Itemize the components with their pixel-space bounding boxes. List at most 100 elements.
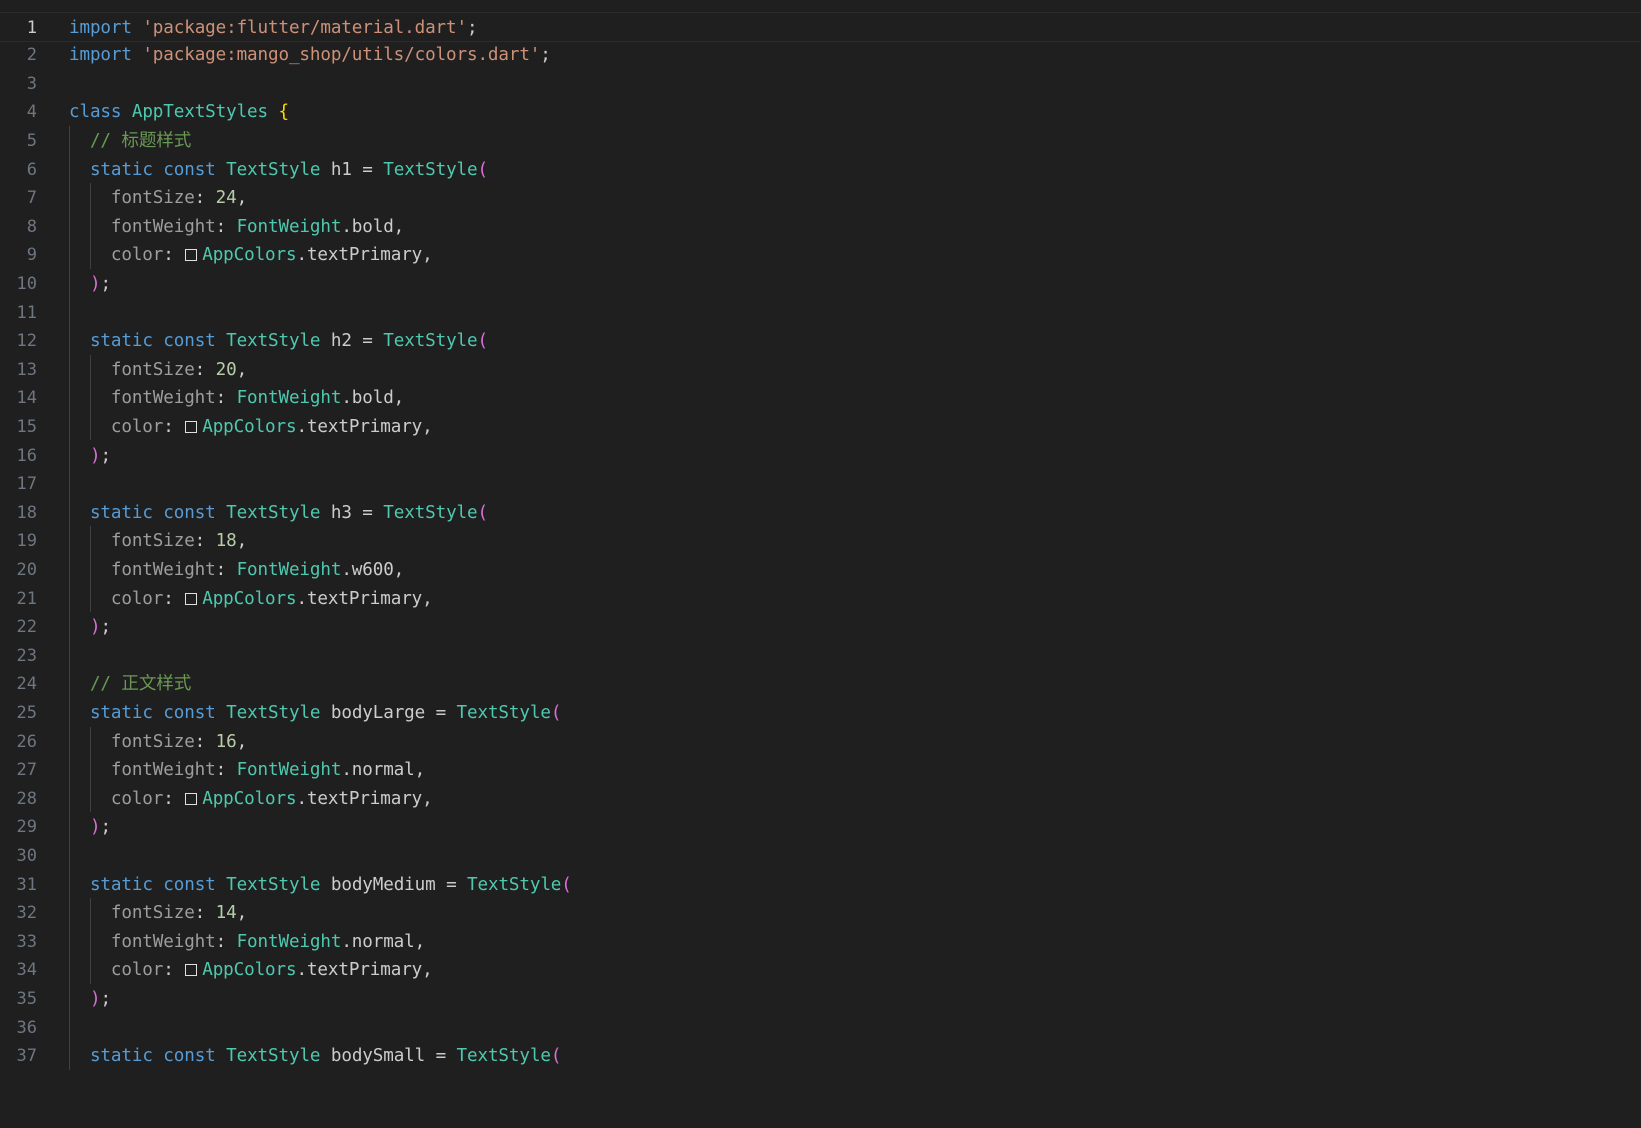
- code-line[interactable]: 30: [0, 841, 1641, 871]
- code-text[interactable]: color: AppColors.textPrimary,: [69, 240, 433, 270]
- code-line[interactable]: 1 import 'package:flutter/material.dart';: [0, 11, 1641, 43]
- code-text[interactable]: // 标题样式: [69, 126, 191, 156]
- code-token: :: [163, 588, 185, 609]
- code-text[interactable]: fontSize: 18,: [69, 526, 247, 556]
- code-text[interactable]: class AppTextStyles {: [69, 97, 289, 127]
- code-line[interactable]: 22 );: [0, 612, 1641, 642]
- code-line[interactable]: 21 color: AppColors.textPrimary,: [0, 584, 1641, 614]
- code-line[interactable]: 25 static const TextStyle bodyLarge = Te…: [0, 698, 1641, 728]
- code-token: :: [215, 216, 237, 237]
- code-line[interactable]: 27 fontWeight: FontWeight.normal,: [0, 755, 1641, 785]
- code-token: class: [69, 102, 122, 123]
- line-number: 36: [16, 1017, 37, 1038]
- code-token: const: [163, 502, 216, 523]
- code-token: TextStyle: [226, 1046, 321, 1067]
- code-line[interactable]: 11: [0, 298, 1641, 328]
- code-text[interactable]: color: AppColors.textPrimary,: [69, 955, 433, 985]
- code-text[interactable]: fontSize: 16,: [69, 727, 247, 757]
- code-token: import: [69, 17, 132, 38]
- color-swatch-icon[interactable]: [185, 249, 198, 262]
- code-token: fontSize: [110, 359, 195, 380]
- color-swatch-icon[interactable]: [185, 592, 198, 605]
- code-line[interactable]: 26 fontSize: 16,: [0, 727, 1641, 757]
- code-line[interactable]: 24 // 正文样式: [0, 669, 1641, 699]
- code-line[interactable]: 18 static const TextStyle h3 = TextStyle…: [0, 498, 1641, 528]
- code-line[interactable]: 29 );: [0, 812, 1641, 842]
- code-line[interactable]: 28 color: AppColors.textPrimary,: [0, 784, 1641, 814]
- code-line[interactable]: 8 fontWeight: FontWeight.bold,: [0, 212, 1641, 242]
- code-text[interactable]: static const TextStyle bodySmall = TextS…: [69, 1041, 561, 1071]
- code-line[interactable]: 17: [0, 469, 1641, 499]
- code-line[interactable]: 2 import 'package:mango_shop/utils/colors…: [0, 40, 1641, 70]
- code-token: .bold,: [341, 388, 405, 409]
- code-text[interactable]: fontWeight: FontWeight.bold,: [69, 383, 404, 413]
- code-line[interactable]: 7 fontSize: 24,: [0, 183, 1641, 213]
- code-token: ;: [100, 617, 111, 638]
- code-line[interactable]: 20 fontWeight: FontWeight.w600,: [0, 555, 1641, 585]
- code-token: ): [89, 817, 101, 838]
- code-line[interactable]: 6 static const TextStyle h1 = TextStyle(: [0, 155, 1641, 185]
- code-line[interactable]: 16 );: [0, 441, 1641, 471]
- code-token: (: [477, 502, 489, 523]
- code-text[interactable]: import 'package:mango_shop/utils/colors.…: [69, 40, 551, 70]
- code-line[interactable]: 4 class AppTextStyles {: [0, 97, 1641, 127]
- code-text[interactable]: );: [69, 812, 111, 842]
- code-line[interactable]: 19 fontSize: 18,: [0, 526, 1641, 556]
- code-text[interactable]: // 正文样式: [69, 669, 191, 699]
- color-swatch-icon[interactable]: [185, 792, 198, 805]
- code-line[interactable]: 33 fontWeight: FontWeight.normal,: [0, 927, 1641, 957]
- code-line[interactable]: 14 fontWeight: FontWeight.bold,: [0, 383, 1641, 413]
- code-text[interactable]: static const TextStyle bodyLarge = TextS…: [69, 698, 561, 728]
- code-line[interactable]: 13 fontSize: 20,: [0, 355, 1641, 385]
- code-text[interactable]: );: [69, 441, 111, 471]
- code-text[interactable]: fontWeight: FontWeight.normal,: [69, 927, 425, 957]
- code-line[interactable]: 35 );: [0, 984, 1641, 1014]
- code-text[interactable]: color: AppColors.textPrimary,: [69, 412, 433, 442]
- code-text[interactable]: static const TextStyle h2 = TextStyle(: [69, 326, 488, 356]
- color-swatch-icon[interactable]: [185, 420, 198, 433]
- code-text[interactable]: import 'package:flutter/material.dart';: [69, 13, 478, 43]
- code-token: TextStyle: [383, 159, 478, 180]
- color-swatch-icon[interactable]: [185, 964, 198, 977]
- code-text[interactable]: static const TextStyle h1 = TextStyle(: [69, 155, 488, 185]
- code-line[interactable]: 9 color: AppColors.textPrimary,: [0, 240, 1641, 270]
- code-token: fontSize: [110, 731, 195, 752]
- code-token: h1 =: [320, 159, 384, 180]
- code-text[interactable]: static const TextStyle h3 = TextStyle(: [69, 498, 488, 528]
- code-token: h3 =: [320, 502, 384, 523]
- code-text[interactable]: fontSize: 24,: [69, 183, 247, 213]
- code-line[interactable]: 37 static const TextStyle bodySmall = Te…: [0, 1041, 1641, 1071]
- code-editor[interactable]: 1 import 'package:flutter/material.dart';…: [0, 0, 1641, 1128]
- code-token: fontWeight: [110, 559, 216, 580]
- code-line[interactable]: 23: [0, 641, 1641, 671]
- code-text[interactable]: );: [69, 612, 111, 642]
- code-text[interactable]: fontSize: 14,: [69, 898, 247, 928]
- code-text[interactable]: color: AppColors.textPrimary,: [69, 584, 433, 614]
- code-line[interactable]: 31 static const TextStyle bodyMedium = T…: [0, 870, 1641, 900]
- code-line[interactable]: 3: [0, 69, 1641, 99]
- code-text[interactable]: color: AppColors.textPrimary,: [69, 784, 433, 814]
- code-text[interactable]: fontWeight: FontWeight.normal,: [69, 755, 425, 785]
- code-line[interactable]: 10 );: [0, 269, 1641, 299]
- code-text[interactable]: fontWeight: FontWeight.bold,: [69, 212, 404, 242]
- code-token: TextStyle: [383, 331, 478, 352]
- code-line[interactable]: 12 static const TextStyle h2 = TextStyle…: [0, 326, 1641, 356]
- code-text[interactable]: fontSize: 20,: [69, 355, 247, 385]
- code-line[interactable]: 34 color: AppColors.textPrimary,: [0, 955, 1641, 985]
- code-text[interactable]: );: [69, 984, 111, 1014]
- code-line[interactable]: 32 fontSize: 14,: [0, 898, 1641, 928]
- code-text[interactable]: );: [69, 269, 111, 299]
- code-token: ): [89, 445, 101, 466]
- code-line[interactable]: 36: [0, 1013, 1641, 1043]
- code-text[interactable]: static const TextStyle bodyMedium = Text…: [69, 870, 572, 900]
- code-line[interactable]: 15 color: AppColors.textPrimary,: [0, 412, 1641, 442]
- code-line[interactable]: 5 // 标题样式: [0, 126, 1641, 156]
- code-text[interactable]: fontWeight: FontWeight.w600,: [69, 555, 404, 585]
- code-token: static: [89, 702, 153, 723]
